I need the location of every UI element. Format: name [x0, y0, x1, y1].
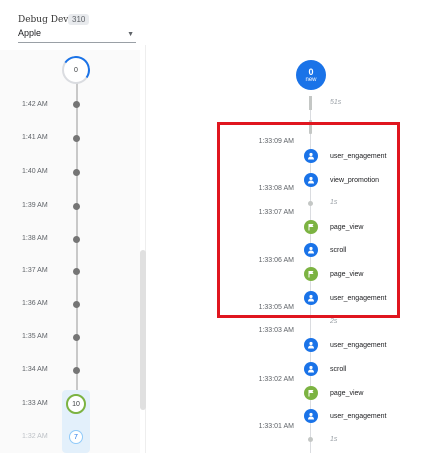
- minute-label: 1:39 AM: [22, 202, 48, 209]
- new-events-label: new: [305, 76, 317, 83]
- minute-count[interactable]: 7: [69, 430, 83, 444]
- minute-label: 1:34 AM: [22, 366, 48, 373]
- person-icon[interactable]: [304, 409, 318, 423]
- event-name[interactable]: page_view: [330, 390, 363, 397]
- minute-label: 1:40 AM: [22, 168, 48, 175]
- gap-label: 2s: [330, 318, 338, 325]
- event-time: 1:33:02 AM: [258, 376, 294, 383]
- minute-dot[interactable]: [73, 301, 80, 308]
- highlight-box: [217, 122, 400, 318]
- minute-dot[interactable]: [73, 101, 80, 108]
- person-icon[interactable]: [304, 338, 318, 352]
- event-name[interactable]: user_engagement: [330, 413, 386, 420]
- device-select-value: Apple: [18, 28, 42, 38]
- person-icon[interactable]: [304, 362, 318, 376]
- minute-label: 1:33 AM: [22, 400, 48, 407]
- minute-dot[interactable]: [73, 203, 80, 210]
- minute-label: 1:36 AM: [22, 300, 48, 307]
- gap-label: 51s: [330, 99, 342, 106]
- event-name[interactable]: scroll: [330, 366, 346, 373]
- gap-dot: [308, 437, 313, 442]
- minute-label: 1:37 AM: [22, 267, 48, 274]
- new-events-count: 0: [308, 66, 314, 77]
- minute-dot[interactable]: [73, 135, 80, 142]
- device-count-badge: 310: [68, 14, 90, 25]
- minute-dot[interactable]: [73, 236, 80, 243]
- device-select[interactable]: Apple ▼: [18, 28, 136, 43]
- minute-dot[interactable]: [73, 334, 80, 341]
- selected-minute-count[interactable]: 10: [66, 394, 86, 414]
- event-time: 1:33:03 AM: [258, 327, 294, 334]
- minute-label: 1:42 AM: [22, 101, 48, 108]
- minutes-timeline-line: [76, 80, 78, 410]
- new-events-badge[interactable]: 0 new: [296, 60, 326, 90]
- minute-dot[interactable]: [73, 367, 80, 374]
- minute-label: 1:35 AM: [22, 333, 48, 340]
- minute-dot[interactable]: [73, 268, 80, 275]
- gap-label: 1s: [330, 436, 338, 443]
- minute-label: 1:41 AM: [22, 134, 48, 141]
- minute-label: 1:38 AM: [22, 235, 48, 242]
- minute-label: 1:32 AM: [22, 433, 48, 440]
- event-name[interactable]: user_engagement: [330, 342, 386, 349]
- gap-marker: [309, 96, 312, 110]
- flag-icon[interactable]: [304, 386, 318, 400]
- minute-dot[interactable]: [73, 169, 80, 176]
- event-time: 1:33:01 AM: [258, 423, 294, 430]
- minutes-scrollbar[interactable]: [140, 250, 146, 410]
- chevron-down-icon: ▼: [127, 31, 134, 38]
